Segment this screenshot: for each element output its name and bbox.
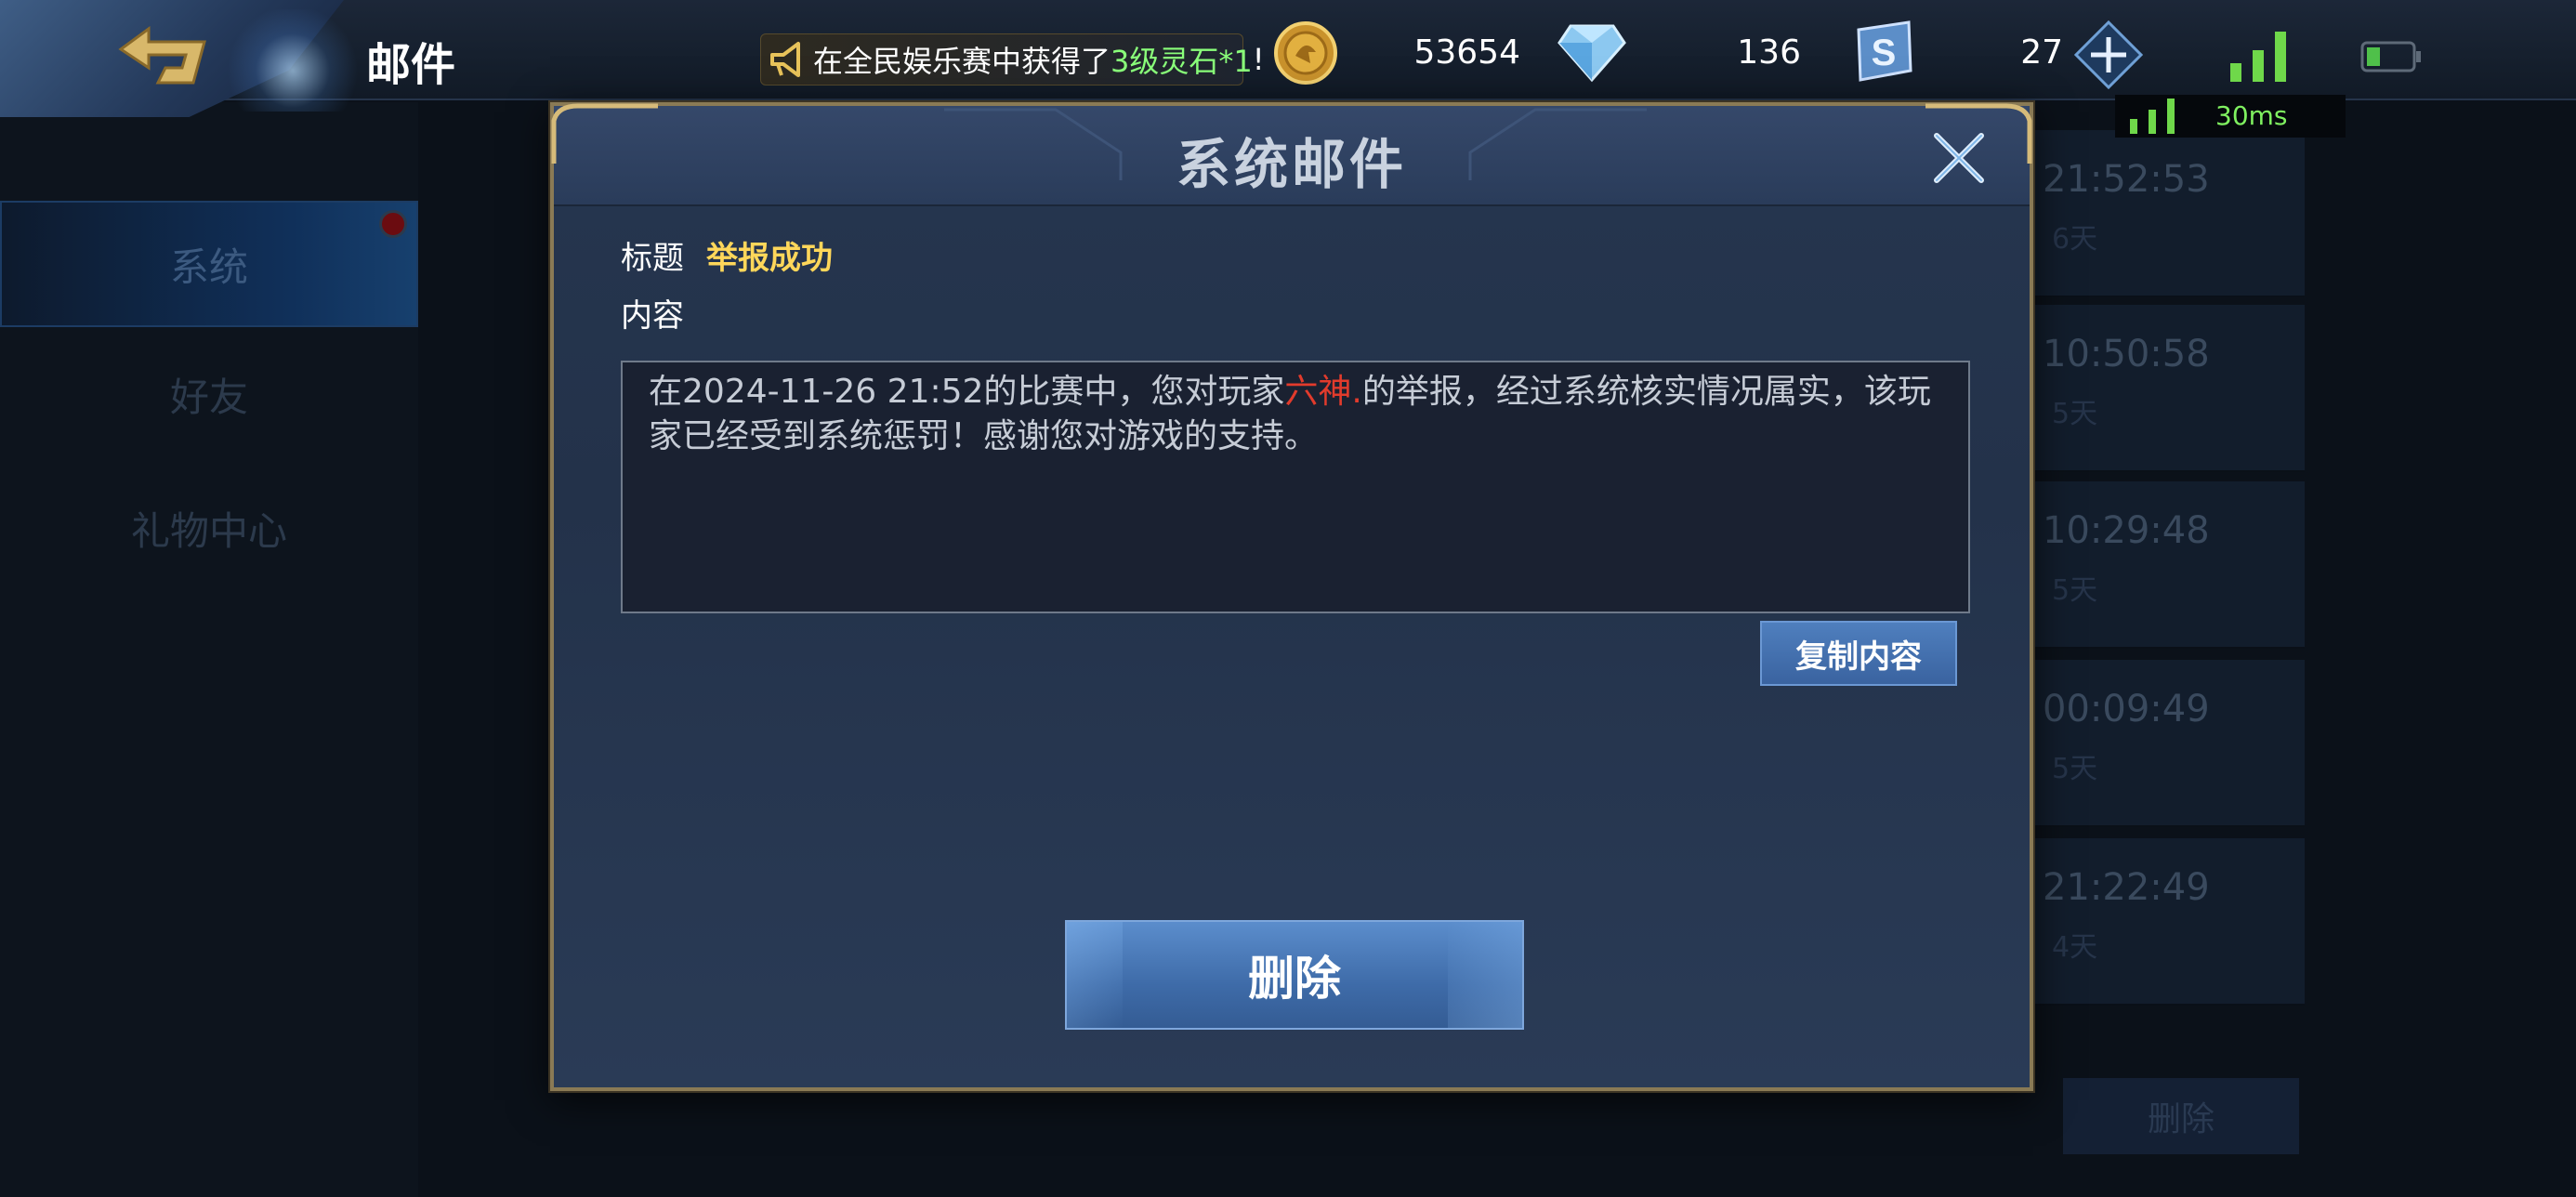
battery-icon [2360,41,2421,72]
sidebar-tab-label: 礼物中心 [130,507,287,554]
content-text: 在2024-11-26 21:52的比赛中，您对玩家 [649,373,1285,411]
mail-time: 00:09:49 [2043,688,2210,730]
mail-list-item[interactable]: 10:50:58 5天 [1989,305,2305,472]
svg-text:S: S [1872,33,1897,73]
mail-expiry: 6天 [2052,223,2098,256]
system-mail-dialog: 系统邮件 标题 举报成功 内容 在2024-11-26 21:52的比赛中，您对… [550,102,2033,1091]
mail-list-item[interactable]: 10:29:48 5天 [1989,481,2305,649]
sidebar-tab-system[interactable]: 系统 [0,201,418,327]
delete-all-label: 删除 [2147,1100,2215,1138]
unread-dot [379,210,407,238]
button-shine [1067,922,1123,1028]
dialog-title: 系统邮件 [1176,133,1407,196]
ticket-amount: 27 [2020,33,2063,72]
subject-label: 标题 [621,240,684,277]
sidebar-tab-label: 好友 [169,374,248,420]
ping-value: 30ms [2215,100,2288,131]
delete-mail-button[interactable]: 删除 [1065,920,1524,1030]
mail-expiry: 5天 [2052,398,2098,430]
plus-icon[interactable] [2074,20,2143,89]
copy-content-button[interactable]: 复制内容 [1760,621,1957,686]
dialog-header: 系统邮件 [551,103,2032,206]
gold-coin-icon [1274,21,1337,85]
close-icon[interactable] [1927,126,1991,190]
mail-list-item[interactable]: 21:22:49 4天 [1989,838,2305,1006]
delete-all-button[interactable]: 删除 [2063,1078,2299,1154]
mail-list-item[interactable]: 00:09:49 5天 [1989,660,2305,827]
top-bar: 邮件 在全民娱乐赛中获得了 3级灵石*1! 53654 136 S 27 [0,0,2576,117]
subject-value: 举报成功 [706,240,833,277]
sidebar-tab-gift-center[interactable]: 礼物中心 [0,465,418,591]
sidebar-tab-label: 系统 [169,243,248,290]
mail-sidebar: 系统 好友 礼物中心 [0,102,418,1197]
diamond-icon [1557,24,1626,83]
button-shine [1448,922,1522,1028]
megaphone-icon [770,42,800,77]
mail-time: 10:29:48 [2043,509,2210,552]
page-title: 邮件 [366,39,456,91]
mail-list-item[interactable]: 21:52:53 6天 [1989,130,2305,297]
mail-content-box[interactable]: 在2024-11-26 21:52的比赛中，您对玩家六神.的举报，经过系统核实情… [621,361,1970,613]
content-label: 内容 [621,297,684,335]
sidebar-tab-friends[interactable]: 好友 [0,331,418,457]
notice-reward: 3级灵石*1 [1111,44,1253,79]
diamond-amount: 136 [1737,33,1801,72]
signal-icon [2230,32,2286,82]
notice-suffix: ! [1252,42,1265,77]
mail-time: 21:22:49 [2043,866,2210,909]
broadcast-notice: 在全民娱乐赛中获得了 3级灵石*1! [760,33,1265,86]
notice-text: 在全民娱乐赛中获得了 [813,44,1111,79]
reported-player-name: 六神. [1284,373,1362,411]
mail-time: 10:50:58 [2043,333,2210,375]
mail-expiry: 5天 [2052,753,2098,785]
gold-amount: 53654 [1413,33,1520,72]
mail-time: 21:52:53 [2043,158,2210,201]
network-latency: 30ms [2115,95,2346,138]
ticket-icon: S [1857,20,1912,82]
mail-expiry: 5天 [2052,574,2098,607]
delete-mail-label: 删除 [1248,952,1341,1006]
mail-expiry: 4天 [2052,931,2098,964]
signal-icon [2130,99,2175,134]
copy-content-label: 复制内容 [1795,638,1922,676]
back-icon [118,26,206,85]
back-button-glow [223,9,362,112]
